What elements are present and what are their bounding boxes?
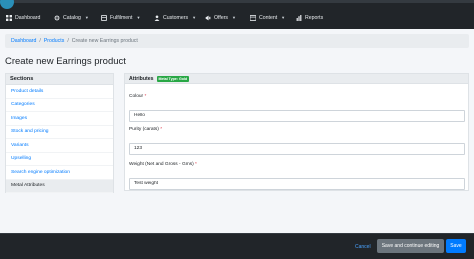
section-product-details[interactable]: Product details — [6, 85, 113, 99]
breadcrumb-products[interactable]: Products — [44, 38, 64, 44]
metal-type-badge: Metal Type: Gold — [156, 75, 190, 82]
panel-header: Attributes Metal Type: Gold — [125, 74, 468, 84]
section-variants[interactable]: Variants — [6, 139, 113, 153]
panel-title: Attributes — [129, 75, 154, 82]
nav-customers[interactable]: Customers ▼ — [154, 3, 196, 32]
nav-fulfilment[interactable]: Fulfilment ▼ — [101, 3, 140, 32]
nav-catalog-label: Catalog — [63, 14, 81, 21]
colour-label: Colour * — [129, 94, 147, 99]
section-categories[interactable]: Categories — [6, 99, 113, 112]
page-title: Create new Earrings product — [5, 56, 126, 67]
nav-dashboard-label: Dashboard — [15, 14, 41, 21]
nav-reports[interactable]: Reports — [296, 3, 323, 32]
colour-field-group: Colour * — [129, 94, 465, 122]
weight-input[interactable] — [129, 177, 465, 190]
fulfilment-icon — [101, 14, 107, 21]
section-upselling[interactable]: Upselling — [6, 153, 113, 166]
chevron-down-icon: ▼ — [281, 15, 286, 20]
save-button[interactable]: Save — [446, 239, 466, 253]
weight-label: Weight (Net and Gross - Gms) * — [129, 162, 197, 167]
cancel-button[interactable]: Cancel — [355, 241, 371, 253]
save-and-continue-button[interactable]: Save and continue editing — [377, 239, 444, 253]
purity-field-group: Purity (carats) * — [129, 127, 465, 155]
breadcrumb-dashboard[interactable]: Dashboard — [11, 38, 36, 44]
nav-dashboard[interactable]: Dashboard — [6, 3, 40, 32]
colour-input[interactable] — [129, 109, 465, 122]
dashboard-icon — [6, 14, 12, 21]
nav-catalog[interactable]: Catalog ▼ — [54, 3, 89, 32]
section-images[interactable]: Images — [6, 112, 113, 126]
sections-sidebar: Sections Product details Categories Imag… — [5, 73, 114, 193]
customers-icon — [154, 14, 160, 21]
section-seo[interactable]: Search engine optimization — [6, 166, 113, 180]
reports-icon — [296, 14, 302, 21]
nav-content[interactable]: Content ▼ — [250, 3, 285, 32]
sections-heading: Sections — [6, 74, 113, 85]
purity-label: Purity (carats) * — [129, 127, 163, 132]
top-navbar: Dashboard Catalog ▼ Fulfilment ▼ Custome… — [0, 0, 474, 29]
chevron-down-icon: ▼ — [84, 15, 89, 20]
breadcrumb-separator: / — [67, 38, 69, 44]
nav-offers-label: Offers — [214, 14, 229, 21]
purity-input[interactable] — [129, 142, 465, 155]
chevron-down-icon: ▼ — [136, 15, 141, 20]
footer-action-bar: Cancel Save and continue editing Save — [0, 233, 474, 259]
section-stock-and-pricing[interactable]: Stock and pricing — [6, 126, 113, 139]
catalog-icon — [54, 15, 60, 21]
offers-icon — [205, 15, 211, 21]
breadcrumb-separator: / — [39, 38, 41, 44]
attributes-panel: Attributes Metal Type: Gold Colour * Pur… — [124, 73, 469, 191]
chevron-down-icon: ▼ — [192, 15, 197, 20]
breadcrumb-current: Create new Earrings product — [71, 38, 138, 44]
chevron-down-icon: ▼ — [232, 15, 236, 20]
section-metal-attributes[interactable]: Metal Attributes — [6, 179, 113, 193]
nav-offers[interactable]: Offers ▼ — [205, 3, 236, 32]
nav-reports-label: Reports — [305, 14, 324, 21]
weight-field-group: Weight (Net and Gross - Gms) * — [129, 162, 465, 190]
breadcrumb: Dashboard / Products / Create new Earrin… — [5, 34, 469, 48]
nav-fulfilment-label: Fulfilment — [110, 14, 133, 21]
nav-customers-label: Customers — [163, 14, 189, 21]
nav-content-label: Content — [259, 14, 278, 21]
content-icon — [250, 14, 256, 21]
